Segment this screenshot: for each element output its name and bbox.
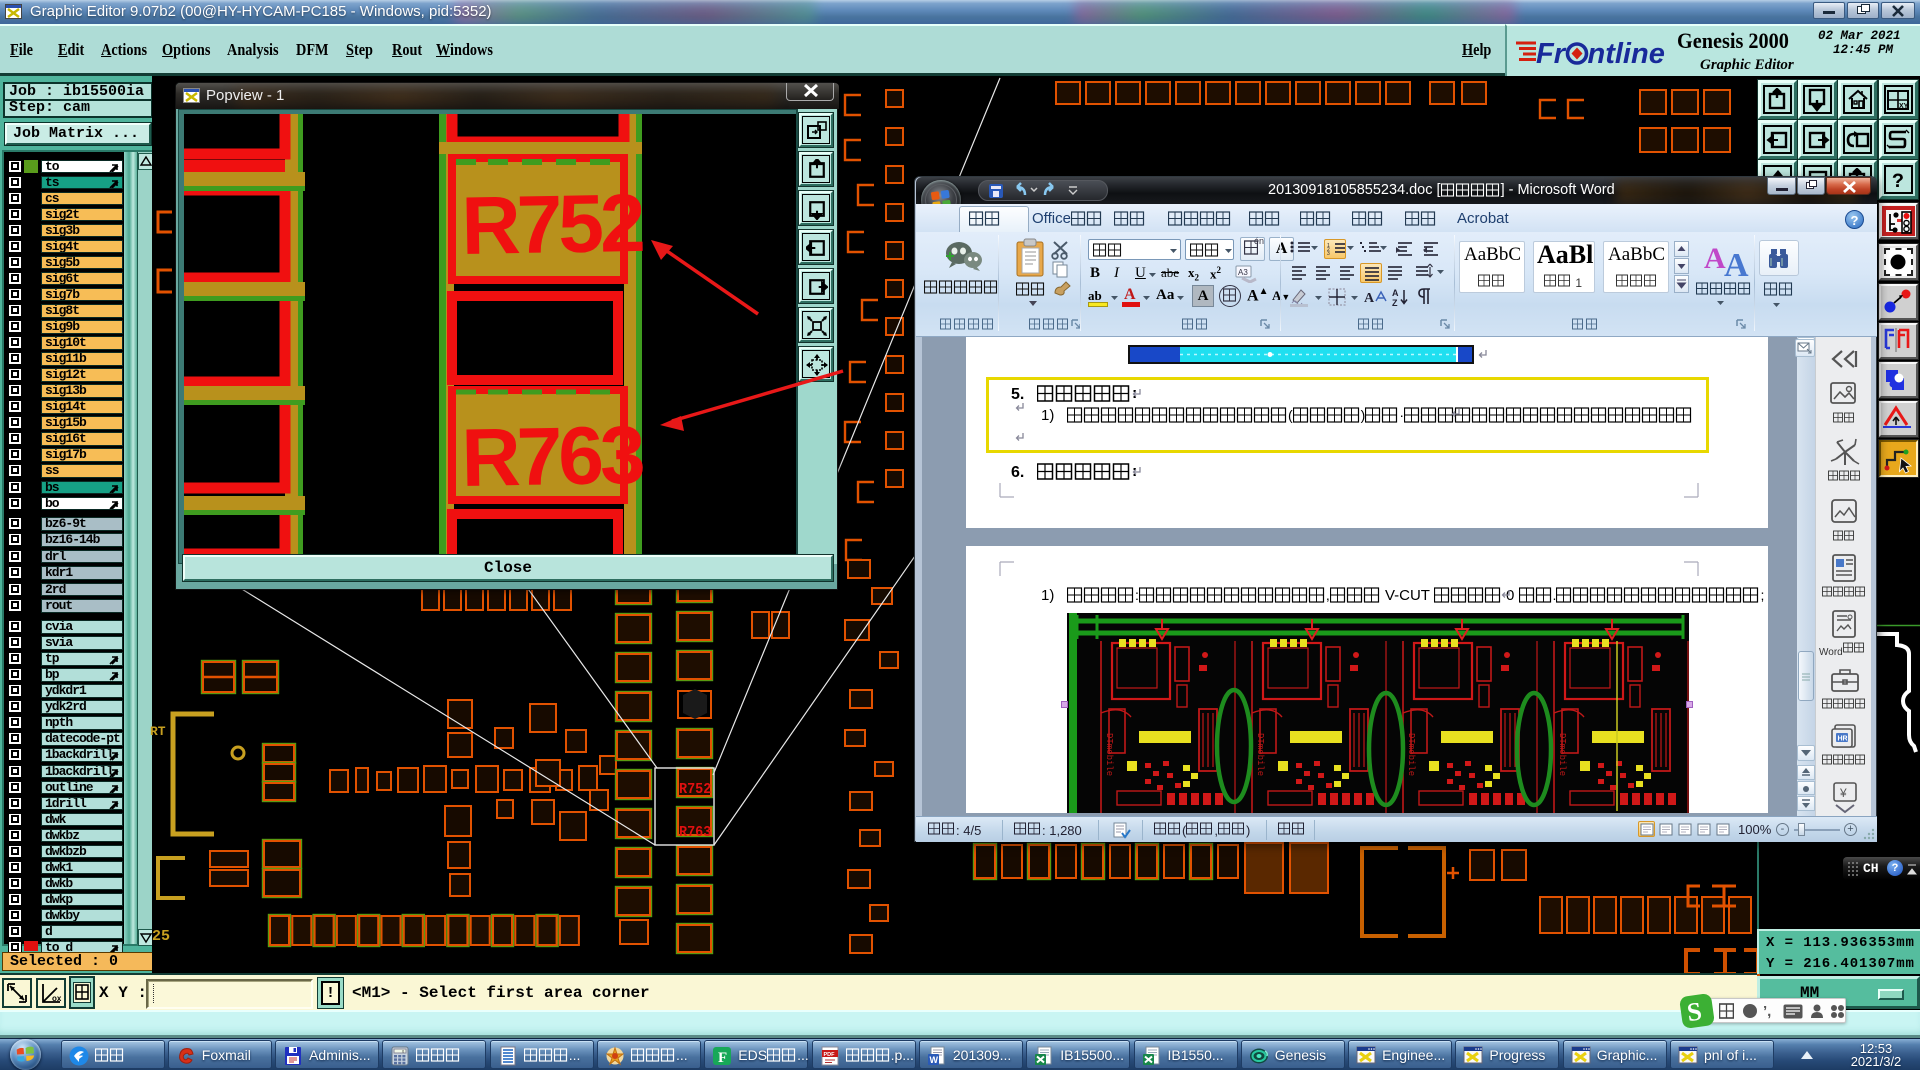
- svg-text:DTmobile: DTmobile: [1557, 733, 1567, 776]
- svg-text:R752: R752: [679, 781, 711, 798]
- svg-text:RT: RT: [150, 724, 166, 739]
- svg-text:A: A: [1724, 247, 1749, 280]
- svg-text:W: W: [929, 1055, 938, 1065]
- svg-text:?: ?: [1892, 171, 1904, 192]
- svg-text:25: 25: [152, 928, 170, 945]
- svg-text:A: A: [1364, 291, 1375, 306]
- svg-text:DTmobile: DTmobile: [1255, 733, 1265, 776]
- svg-text:A: A: [1704, 242, 1726, 275]
- svg-text:¥: ¥: [1839, 786, 1847, 800]
- svg-text:F: F: [718, 1050, 727, 1066]
- svg-text:XY: XY: [1899, 103, 1909, 110]
- svg-text:A: A: [1392, 288, 1399, 298]
- svg-text:PDF: PDF: [823, 1052, 835, 1058]
- svg-text:DTmobile: DTmobile: [1104, 733, 1114, 776]
- svg-text:Z: Z: [1392, 298, 1398, 307]
- svg-text:HR: HR: [1838, 736, 1848, 743]
- svg-text:3: 3: [1327, 251, 1330, 257]
- svg-text:ox: ox: [52, 994, 62, 1003]
- svg-text:DTmobile: DTmobile: [1406, 733, 1416, 776]
- svg-text:A3: A3: [1238, 268, 1248, 277]
- svg-text:R752: R752: [461, 178, 644, 272]
- svg-text:R763: R763: [679, 824, 711, 841]
- svg-text:R763: R763: [461, 410, 644, 504]
